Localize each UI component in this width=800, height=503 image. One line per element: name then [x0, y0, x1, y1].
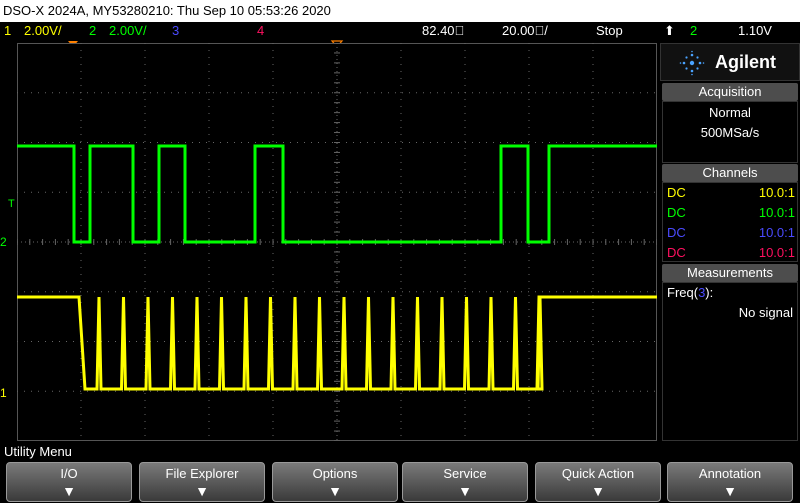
channels-panel: DC 10.0:1 DC 10.0:1 DC 10.0:1 DC 10.0:1: [662, 182, 798, 262]
ch1-number[interactable]: 1: [4, 22, 11, 40]
acquisition-mode: Normal: [709, 105, 751, 120]
softkey-label: Service: [443, 466, 487, 481]
down-arrow-icon: ▼: [591, 483, 605, 499]
softkey-label: File Explorer: [165, 466, 239, 481]
down-arrow-icon: ▼: [458, 483, 472, 499]
agilent-spark-icon: [679, 50, 705, 76]
softkey-label: I/O: [60, 466, 78, 481]
horizontal-delay: 82.40ﾟ: [422, 23, 465, 38]
measurement-label-prefix: Freq(: [667, 285, 699, 300]
down-arrow-icon: ▼: [328, 483, 342, 499]
trigger-edge-icon: ⬆︎: [664, 23, 675, 38]
ch1-scale[interactable]: 2.00V/: [24, 22, 62, 40]
acquisition-header[interactable]: Acquisition: [662, 83, 798, 101]
down-arrow-icon: ▼: [195, 483, 209, 499]
acquisition-panel: Normal 500MSa/s: [662, 101, 798, 163]
ch2-number[interactable]: 2: [89, 22, 96, 40]
softkey-service[interactable]: Service ▼: [402, 462, 528, 502]
run-state: Stop: [596, 23, 623, 38]
waveform-display[interactable]: [16, 42, 658, 442]
sample-rate: 500MSa/s: [700, 125, 760, 140]
ch4-number[interactable]: 4: [257, 22, 264, 40]
brand-logo: Agilent: [660, 43, 800, 81]
channels-header[interactable]: Channels: [662, 164, 798, 182]
measurement-value: No signal: [738, 305, 793, 320]
channel-row-3[interactable]: DC 10.0:1: [667, 223, 795, 243]
ch2-scale[interactable]: 2.00V/: [109, 22, 147, 40]
brand-name: Agilent: [715, 52, 776, 72]
trigger-level-marker: T: [8, 198, 15, 210]
ch2-ground-marker[interactable]: 2: [0, 235, 7, 249]
ch2-coupling: DC: [667, 205, 686, 220]
ch3-coupling: DC: [667, 225, 686, 240]
softkey-annotation[interactable]: Annotation ▼: [667, 462, 793, 502]
status-bar: 1 2.00V/ 2 2.00V/ 3 4 82.40ﾟ 20.00ﾟ/ Sto…: [0, 22, 800, 40]
measurements-panel: Freq(3): No signal: [662, 282, 798, 441]
ch1-ground-marker[interactable]: 1: [0, 386, 7, 400]
softkey-bar: I/O ▼ File Explorer ▼ Options ▼ Service ▼ Qu…: [0, 461, 800, 503]
measurements-header[interactable]: Measurements: [662, 264, 798, 282]
softkey-file-explorer[interactable]: File Explorer ▼: [139, 462, 265, 502]
softkey-quick-action[interactable]: Quick Action ▼: [535, 462, 661, 502]
timebase: 20.00ﾟ/: [502, 23, 548, 38]
graticule: [16, 42, 658, 442]
ch3-probe: 10.0:1: [758, 225, 795, 240]
softkey-label: Annotation: [698, 466, 762, 481]
channel-row-1[interactable]: DC 10.0:1: [667, 183, 795, 203]
measurement-label[interactable]: Freq(3):: [667, 285, 713, 300]
ch1-probe: 10.0:1: [758, 185, 795, 200]
softkey-label: Quick Action: [561, 466, 635, 481]
ch2-probe: 10.0:1: [758, 205, 795, 220]
side-panel: Agilent Acquisition Normal 500MSa/s Chan…: [660, 43, 800, 441]
down-arrow-icon: ▼: [723, 483, 737, 499]
channel-row-2[interactable]: DC 10.0:1: [667, 203, 795, 223]
trigger-level: 1.10V: [738, 23, 772, 38]
menu-title: Utility Menu: [0, 444, 800, 460]
ch3-number[interactable]: 3: [172, 22, 179, 40]
trigger-channel: 2: [690, 23, 698, 38]
softkey-options[interactable]: Options ▼: [272, 462, 398, 502]
ch4-coupling: DC: [667, 245, 686, 260]
down-arrow-icon: ▼: [62, 483, 76, 499]
ch4-probe: 10.0:1: [758, 245, 795, 260]
measurement-label-suffix: ):: [705, 285, 714, 300]
window-title: DSO-X 2024A, MY53280210: Thu Sep 10 05:5…: [0, 0, 800, 22]
softkey-io[interactable]: I/O ▼: [6, 462, 132, 502]
softkey-label: Options: [312, 466, 358, 481]
channel-row-4[interactable]: DC 10.0:1: [667, 243, 795, 263]
ch1-coupling: DC: [667, 185, 686, 200]
